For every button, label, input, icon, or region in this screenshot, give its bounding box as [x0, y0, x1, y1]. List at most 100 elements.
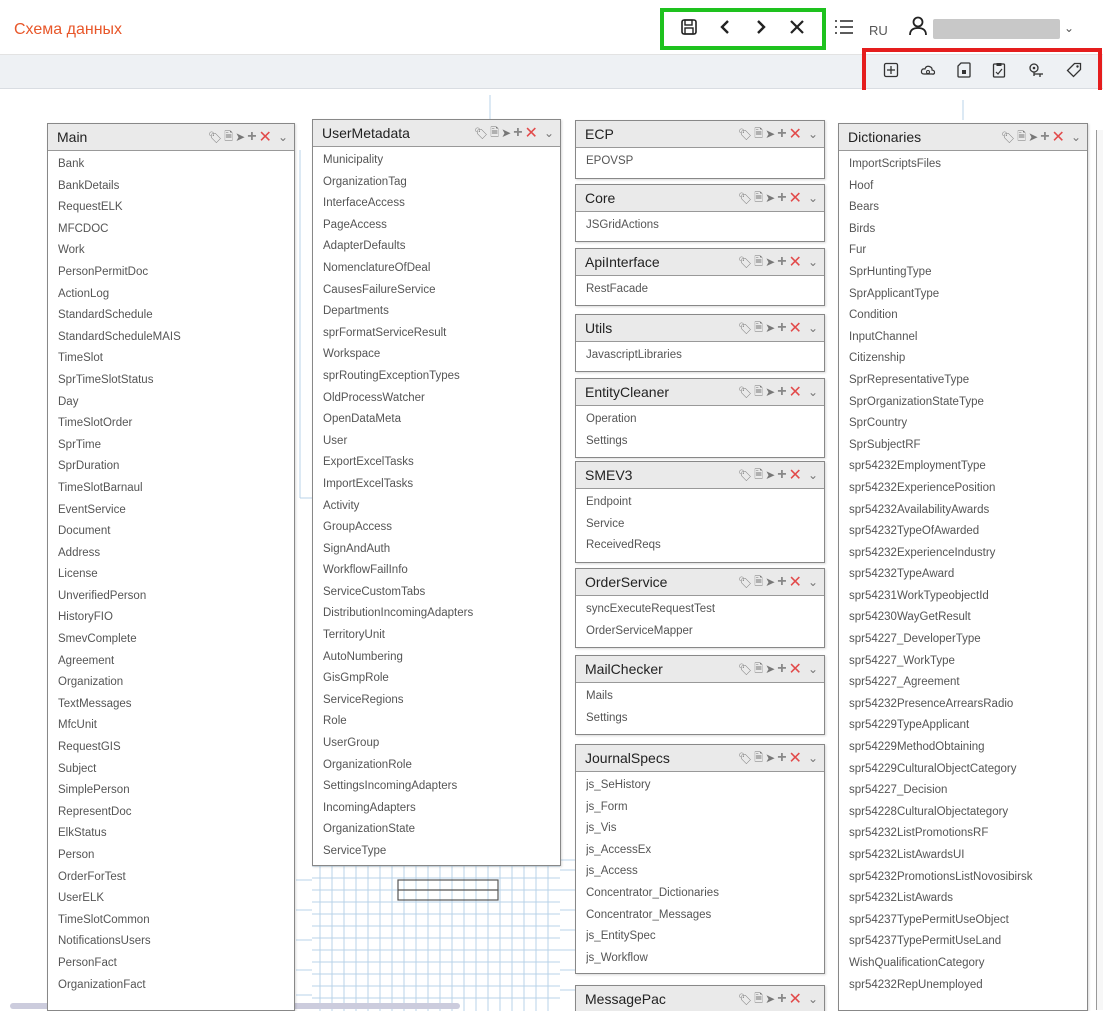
tags-icon[interactable]: 🏷	[738, 192, 752, 205]
add-icon[interactable]: +	[777, 573, 786, 591]
entity-item[interactable]: RequestELK	[58, 197, 294, 219]
chevron-down-icon[interactable]: ⌄	[808, 992, 818, 1006]
entity-item[interactable]: js_Access	[586, 861, 824, 883]
entity-item[interactable]: JavascriptLibraries	[586, 345, 824, 367]
clipboard-icon[interactable]	[992, 62, 1006, 81]
add-icon[interactable]: +	[777, 319, 786, 337]
entity-item[interactable]: spr54232AvailabilityAwards	[849, 500, 1087, 522]
entity-item[interactable]: spr54227_DeveloperType	[849, 629, 1087, 651]
entity-item[interactable]: User	[323, 431, 560, 453]
entity-item[interactable]: spr54232ListAwards	[849, 888, 1087, 910]
entity-item[interactable]: js_SeHistory	[586, 775, 824, 797]
entity-item[interactable]: MFCDOC	[58, 219, 294, 241]
entity-item[interactable]: StandardSchedule	[58, 305, 294, 327]
add-icon[interactable]: +	[777, 125, 786, 143]
tags-icon[interactable]: 🏷	[1001, 131, 1015, 144]
entity-item[interactable]: SimplePerson	[58, 780, 294, 802]
add-icon[interactable]: +	[777, 990, 786, 1008]
sd-card-icon[interactable]	[956, 62, 971, 81]
entity-item[interactable]: TimeSlot	[58, 348, 294, 370]
chevron-down-icon[interactable]: ⌄	[278, 130, 288, 144]
entity-item[interactable]: sprRoutingExceptionTypes	[323, 366, 560, 388]
publish-icon[interactable]: ➤	[765, 191, 775, 205]
entity-item[interactable]: AdapterDefaults	[323, 236, 560, 258]
chevron-down-icon[interactable]: ⌄	[808, 662, 818, 676]
entity-item[interactable]: ReceivedReqs	[586, 535, 824, 557]
publish-icon[interactable]: ➤	[1028, 130, 1038, 144]
delete-icon[interactable]: ✕	[1052, 127, 1065, 147]
entity-item[interactable]: Endpoint	[586, 492, 824, 514]
tags-icon[interactable]: 🏷	[738, 128, 752, 141]
entity-item[interactable]: RequestGIS	[58, 737, 294, 759]
publish-icon[interactable]: ➤	[235, 130, 245, 144]
entity-item[interactable]: SprDuration	[58, 456, 294, 478]
entity-item[interactable]: ImportScriptsFiles	[849, 154, 1087, 176]
publish-icon[interactable]: ➤	[765, 468, 775, 482]
entity-item[interactable]: CausesFailureService	[323, 280, 560, 302]
tags-icon[interactable]: 🏷	[738, 576, 752, 589]
entity-item[interactable]: spr54232TypeAward	[849, 564, 1087, 586]
entity-item[interactable]: UnverifiedPerson	[58, 586, 294, 608]
entity-header[interactable]: ApiInterface 🏷 🗎 ➤ + ✕ ⌄	[576, 249, 824, 276]
entity-item[interactable]: BankDetails	[58, 176, 294, 198]
delete-icon[interactable]: ✕	[789, 124, 802, 144]
user-icon[interactable]	[907, 15, 929, 37]
delete-icon[interactable]: ✕	[259, 127, 272, 147]
list-icon[interactable]	[834, 18, 854, 42]
entity-item[interactable]: OrganizationTag	[323, 172, 560, 194]
delete-icon[interactable]: ✕	[789, 382, 802, 402]
entity-item[interactable]: Citizenship	[849, 348, 1087, 370]
entity-item[interactable]: UserGroup	[323, 733, 560, 755]
tags-icon[interactable]: 🏷	[474, 127, 488, 140]
entity-item[interactable]: SprOrganizationStateType	[849, 392, 1087, 414]
entity-item[interactable]: EPOVSP	[586, 151, 824, 173]
entity-item[interactable]: Day	[58, 392, 294, 414]
chevron-left-icon[interactable]	[717, 18, 733, 40]
entity-item[interactable]: spr54227_WorkType	[849, 651, 1087, 673]
entity-item[interactable]: OrganizationRole	[323, 755, 560, 777]
entity-header[interactable]: JournalSpecs 🏷 🗎 ➤ + ✕ ⌄	[576, 745, 824, 772]
entity-item[interactable]: OrganizationFact	[58, 975, 294, 997]
entity-item[interactable]: OrderServiceMapper	[586, 621, 824, 643]
entity-item[interactable]: InputChannel	[849, 327, 1087, 349]
entity-item[interactable]: Bank	[58, 154, 294, 176]
delete-icon[interactable]: ✕	[789, 318, 802, 338]
entity-header[interactable]: OrderService 🏷 🗎 ➤ + ✕ ⌄	[576, 569, 824, 596]
document-icon[interactable]: 🗎	[754, 466, 763, 485]
publish-icon[interactable]: ➤	[765, 575, 775, 589]
entity-item[interactable]: js_Workflow	[586, 948, 824, 970]
tag-icon[interactable]	[1066, 62, 1082, 81]
publish-icon[interactable]: ➤	[765, 127, 775, 141]
entity-item[interactable]: Role	[323, 711, 560, 733]
entity-header[interactable]: Core 🏷 🗎 ➤ + ✕ ⌄	[576, 185, 824, 212]
tags-icon[interactable]: 🏷	[738, 256, 752, 269]
tags-icon[interactable]: 🏷	[208, 131, 222, 144]
add-icon[interactable]: +	[777, 253, 786, 271]
entity-item[interactable]: Bears	[849, 197, 1087, 219]
entity-item[interactable]: syncExecuteRequestTest	[586, 599, 824, 621]
entity-item[interactable]: spr54237TypePermitUseObject	[849, 910, 1087, 932]
entity-item[interactable]: Departments	[323, 301, 560, 323]
entity-item[interactable]: Service	[586, 514, 824, 536]
delete-icon[interactable]: ✕	[789, 989, 802, 1009]
entity-item[interactable]: GisGmpRole	[323, 668, 560, 690]
entity-item[interactable]: Settings	[586, 708, 824, 730]
delete-icon[interactable]: ✕	[789, 572, 802, 592]
document-icon[interactable]: 🗎	[1017, 128, 1026, 147]
delete-icon[interactable]: ✕	[789, 659, 802, 679]
entity-item[interactable]: js_AccessEx	[586, 840, 824, 862]
chevron-down-icon[interactable]: ⌄	[808, 751, 818, 765]
entity-item[interactable]: RestFacade	[586, 279, 824, 301]
entity-item[interactable]: License	[58, 564, 294, 586]
entity-item[interactable]: Operation	[586, 409, 824, 431]
entity-item[interactable]: Concentrator_Messages	[586, 905, 824, 927]
entity-item[interactable]: StandardScheduleMAIS	[58, 327, 294, 349]
tags-icon[interactable]: 🏷	[738, 752, 752, 765]
entity-item[interactable]: RepresentDoc	[58, 802, 294, 824]
entity-item[interactable]: Agreement	[58, 651, 294, 673]
tags-icon[interactable]: 🏷	[738, 386, 752, 399]
entity-item[interactable]: ServiceCustomTabs	[323, 582, 560, 604]
entity-item[interactable]: Concentrator_Dictionaries	[586, 883, 824, 905]
entity-item[interactable]: spr54232ListAwardsUI	[849, 845, 1087, 867]
chevron-down-icon[interactable]: ⌄	[808, 255, 818, 269]
